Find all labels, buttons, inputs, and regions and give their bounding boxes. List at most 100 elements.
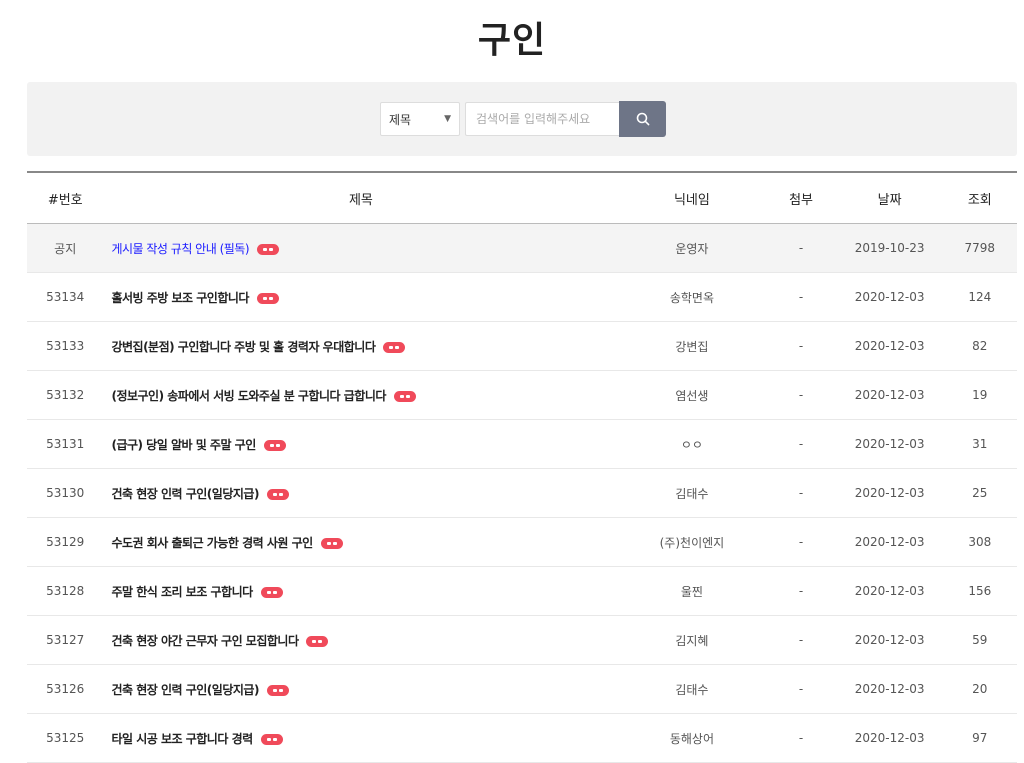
post-views: 31 <box>942 419 1017 469</box>
post-attachment: - <box>765 713 837 763</box>
post-date: 2019-10-23 <box>836 223 943 273</box>
post-title-cell: (정보구인) 송파에서 서빙 도와주실 분 구합니다 급합니다 <box>103 370 619 420</box>
post-views: 7798 <box>942 223 1017 273</box>
post-title-cell: 주말 한식 조리 보조 구합니다 <box>103 566 619 616</box>
post-number: 53132 <box>27 370 104 420</box>
post-date: 2020-12-03 <box>836 664 943 714</box>
table-row-notice: 공지 게시물 작성 규칙 안내 (필독) 운영자 - 2019-10-23 77… <box>27 223 1017 273</box>
post-title-link[interactable]: (급구) 당일 알바 및 주말 구인 <box>111 438 256 452</box>
post-attachment: - <box>765 370 837 420</box>
post-title-link[interactable]: 건축 현장 야간 근무자 구인 모집합니다 <box>111 634 299 648</box>
table-header-row: #번호 제목 닉네임 첨부 날짜 조회 <box>27 172 1017 224</box>
new-badge-icon <box>383 341 406 353</box>
new-badge-icon <box>263 439 286 451</box>
post-title-cell: 건축 현장 인력 구인(일당지급) <box>103 468 619 518</box>
post-nickname[interactable]: 김태수 <box>618 468 766 518</box>
post-attachment: - <box>765 272 837 322</box>
post-nickname[interactable]: 염선생 <box>618 370 766 420</box>
table-row: 53132 (정보구인) 송파에서 서빙 도와주실 분 구합니다 급합니다 염선… <box>27 370 1017 420</box>
post-number: 53130 <box>27 468 104 518</box>
post-title-link[interactable]: 건축 현장 인력 구인(일당지급) <box>111 683 259 697</box>
post-views: 82 <box>942 321 1017 371</box>
post-nickname[interactable]: 울찐 <box>618 566 766 616</box>
post-title-link[interactable]: 주말 한식 조리 보조 구합니다 <box>111 585 253 599</box>
new-badge-icon <box>320 537 343 549</box>
search-input[interactable] <box>465 102 619 136</box>
post-views: 19 <box>942 370 1017 420</box>
post-attachment: - <box>765 566 837 616</box>
table-row: 53127 건축 현장 야간 근무자 구인 모집합니다 김지혜 - 2020-1… <box>27 615 1017 665</box>
col-header-number[interactable]: #번호 <box>27 172 103 224</box>
post-date: 2020-12-03 <box>836 321 943 371</box>
table-row: 53133 강변집(분점) 구인합니다 주방 및 홀 경력자 우대합니다 강변집… <box>27 321 1017 371</box>
post-nickname[interactable]: 동해상어 <box>618 713 766 763</box>
table-row: 53134 홀서빙 주방 보조 구인합니다 송학면옥 - 2020-12-03 … <box>27 272 1017 322</box>
post-title-link[interactable]: 수도권 회사 출퇴근 가능한 경력 사원 구인 <box>111 536 313 550</box>
table-row: 53131 (급구) 당일 알바 및 주말 구인 ㅇㅇ - 2020-12-03… <box>27 419 1017 469</box>
col-header-views[interactable]: 조회 <box>943 172 1017 224</box>
post-nickname[interactable]: 김지혜 <box>618 615 766 665</box>
post-title-cell: 건축 현장 야간 근무자 구인 모집합니다 <box>103 615 619 665</box>
post-title-cell: 홀서빙 주방 보조 구인합니다 <box>103 272 619 322</box>
search-form: 제목 ▼ <box>380 101 666 137</box>
post-date: 2020-12-03 <box>836 419 943 469</box>
post-title-cell: 강변집(분점) 구인합니다 주방 및 홀 경력자 우대합니다 <box>103 321 619 371</box>
col-header-attachment[interactable]: 첨부 <box>765 172 836 224</box>
post-attachment: - <box>765 664 837 714</box>
table-row: 53130 건축 현장 인력 구인(일당지급) 김태수 - 2020-12-03… <box>27 468 1017 518</box>
post-number: 53129 <box>27 517 104 567</box>
table-row: 53129 수도권 회사 출퇴근 가능한 경력 사원 구인 (주)천이엔지 - … <box>27 517 1017 567</box>
post-nickname[interactable]: 운영자 <box>618 223 766 273</box>
new-badge-icon <box>260 733 283 745</box>
search-bar: 제목 ▼ <box>27 82 1017 156</box>
post-number: 53131 <box>27 419 104 469</box>
post-nickname[interactable]: 송학면옥 <box>618 272 766 322</box>
post-date: 2020-12-03 <box>836 468 943 518</box>
post-views: 156 <box>942 566 1017 616</box>
table-row: 53128 주말 한식 조리 보조 구합니다 울찐 - 2020-12-03 1… <box>27 566 1017 616</box>
post-attachment: - <box>765 321 837 371</box>
post-date: 2020-12-03 <box>836 713 943 763</box>
post-views: 124 <box>942 272 1017 322</box>
post-title-cell: (급구) 당일 알바 및 주말 구인 <box>103 419 619 469</box>
post-nickname[interactable]: ㅇㅇ <box>618 419 766 469</box>
post-number: 공지 <box>27 223 104 273</box>
post-title-link[interactable]: 건축 현장 인력 구인(일당지급) <box>111 487 259 501</box>
post-title-link[interactable]: 홀서빙 주방 보조 구인합니다 <box>111 291 249 305</box>
post-attachment: - <box>765 468 837 518</box>
post-date: 2020-12-03 <box>836 566 943 616</box>
post-attachment: - <box>765 615 837 665</box>
post-table: #번호 제목 닉네임 첨부 날짜 조회 공지 게시물 작성 규칙 안내 (필독)… <box>27 171 1017 763</box>
search-field-select[interactable]: 제목 ▼ <box>380 102 460 136</box>
search-field-select-value: 제목 <box>389 112 412 127</box>
search-button[interactable] <box>619 101 666 137</box>
post-number: 53134 <box>27 272 104 322</box>
post-title-cell: 타일 시공 보조 구합니다 경력 <box>103 713 619 763</box>
post-attachment: - <box>765 419 837 469</box>
table-row: 53125 타일 시공 보조 구합니다 경력 동해상어 - 2020-12-03… <box>27 713 1017 763</box>
post-nickname[interactable]: 강변집 <box>618 321 766 371</box>
new-badge-icon <box>266 684 289 696</box>
post-nickname[interactable]: (주)천이엔지 <box>618 517 766 567</box>
new-badge-icon <box>257 243 280 255</box>
post-date: 2020-12-03 <box>836 272 943 322</box>
table-row: 53126 건축 현장 인력 구인(일당지급) 김태수 - 2020-12-03… <box>27 664 1017 714</box>
post-views: 25 <box>942 468 1017 518</box>
post-number: 53125 <box>27 713 104 763</box>
post-attachment: - <box>765 517 837 567</box>
post-title-link[interactable]: (정보구인) 송파에서 서빙 도와주실 분 구합니다 급합니다 <box>111 389 386 403</box>
post-title-cell: 수도권 회사 출퇴근 가능한 경력 사원 구인 <box>103 517 619 567</box>
post-attachment: - <box>765 223 837 273</box>
post-number: 53126 <box>27 664 104 714</box>
post-nickname[interactable]: 김태수 <box>618 664 766 714</box>
col-header-date[interactable]: 날짜 <box>837 172 943 224</box>
post-views: 308 <box>942 517 1017 567</box>
post-title-link[interactable]: 강변집(분점) 구인합니다 주방 및 홀 경력자 우대합니다 <box>111 340 375 354</box>
col-header-title[interactable]: 제목 <box>103 172 618 224</box>
col-header-nickname[interactable]: 닉네임 <box>618 172 765 224</box>
caret-down-icon: ▼ <box>444 114 451 124</box>
post-number: 53128 <box>27 566 104 616</box>
post-title-link[interactable]: 타일 시공 보조 구합니다 경력 <box>111 732 253 746</box>
search-icon <box>636 112 649 126</box>
post-title-link[interactable]: 게시물 작성 규칙 안내 (필독) <box>111 242 249 256</box>
